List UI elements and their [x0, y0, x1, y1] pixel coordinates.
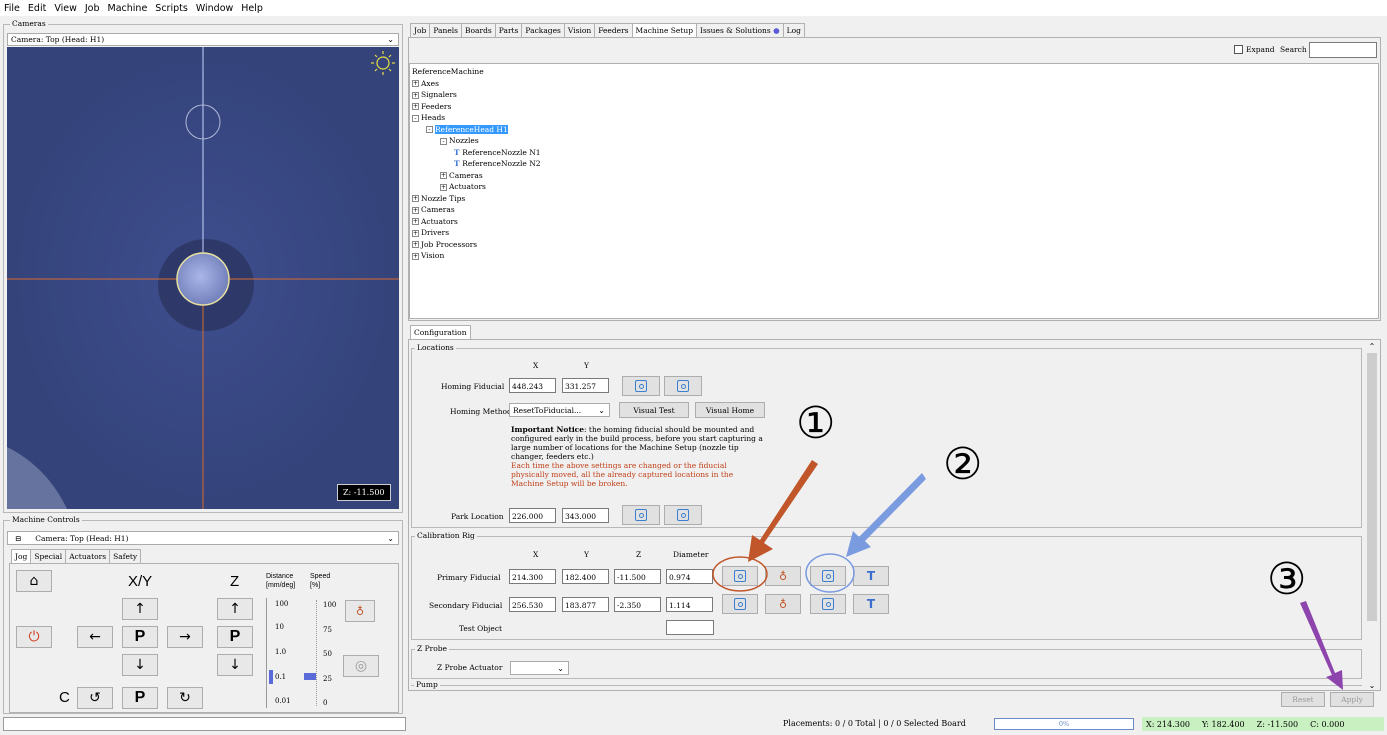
annotation-arrow-1: [748, 460, 818, 562]
progress-bar: 0%: [994, 718, 1134, 730]
annotation-circle-2: [805, 553, 855, 593]
annotation-2: ②: [943, 439, 983, 490]
dro-readout: X: 214.300 Y: 182.400 Z: -11.500 C: 0.00…: [1142, 717, 1384, 731]
dro-z: Z: -11.500: [1256, 719, 1299, 729]
annotation-layer: [712, 460, 1343, 690]
status-message: [3, 717, 406, 731]
dro-x: X: 214.300: [1146, 719, 1191, 729]
dro-c: C: 0.000: [1310, 719, 1345, 729]
annotation-3: ③: [1267, 554, 1307, 605]
annotation-arrow-3: [1300, 601, 1343, 690]
placements-status: Placements: 0 / 0 Total | 0 / 0 Selected…: [783, 719, 966, 728]
dro-y: Y: 182.400: [1202, 719, 1245, 729]
annotation-arrow-2: [846, 473, 926, 557]
annotation-circle-1: [712, 556, 768, 592]
annotation-1: ①: [796, 398, 836, 449]
progress-label: 0%: [1058, 720, 1070, 728]
